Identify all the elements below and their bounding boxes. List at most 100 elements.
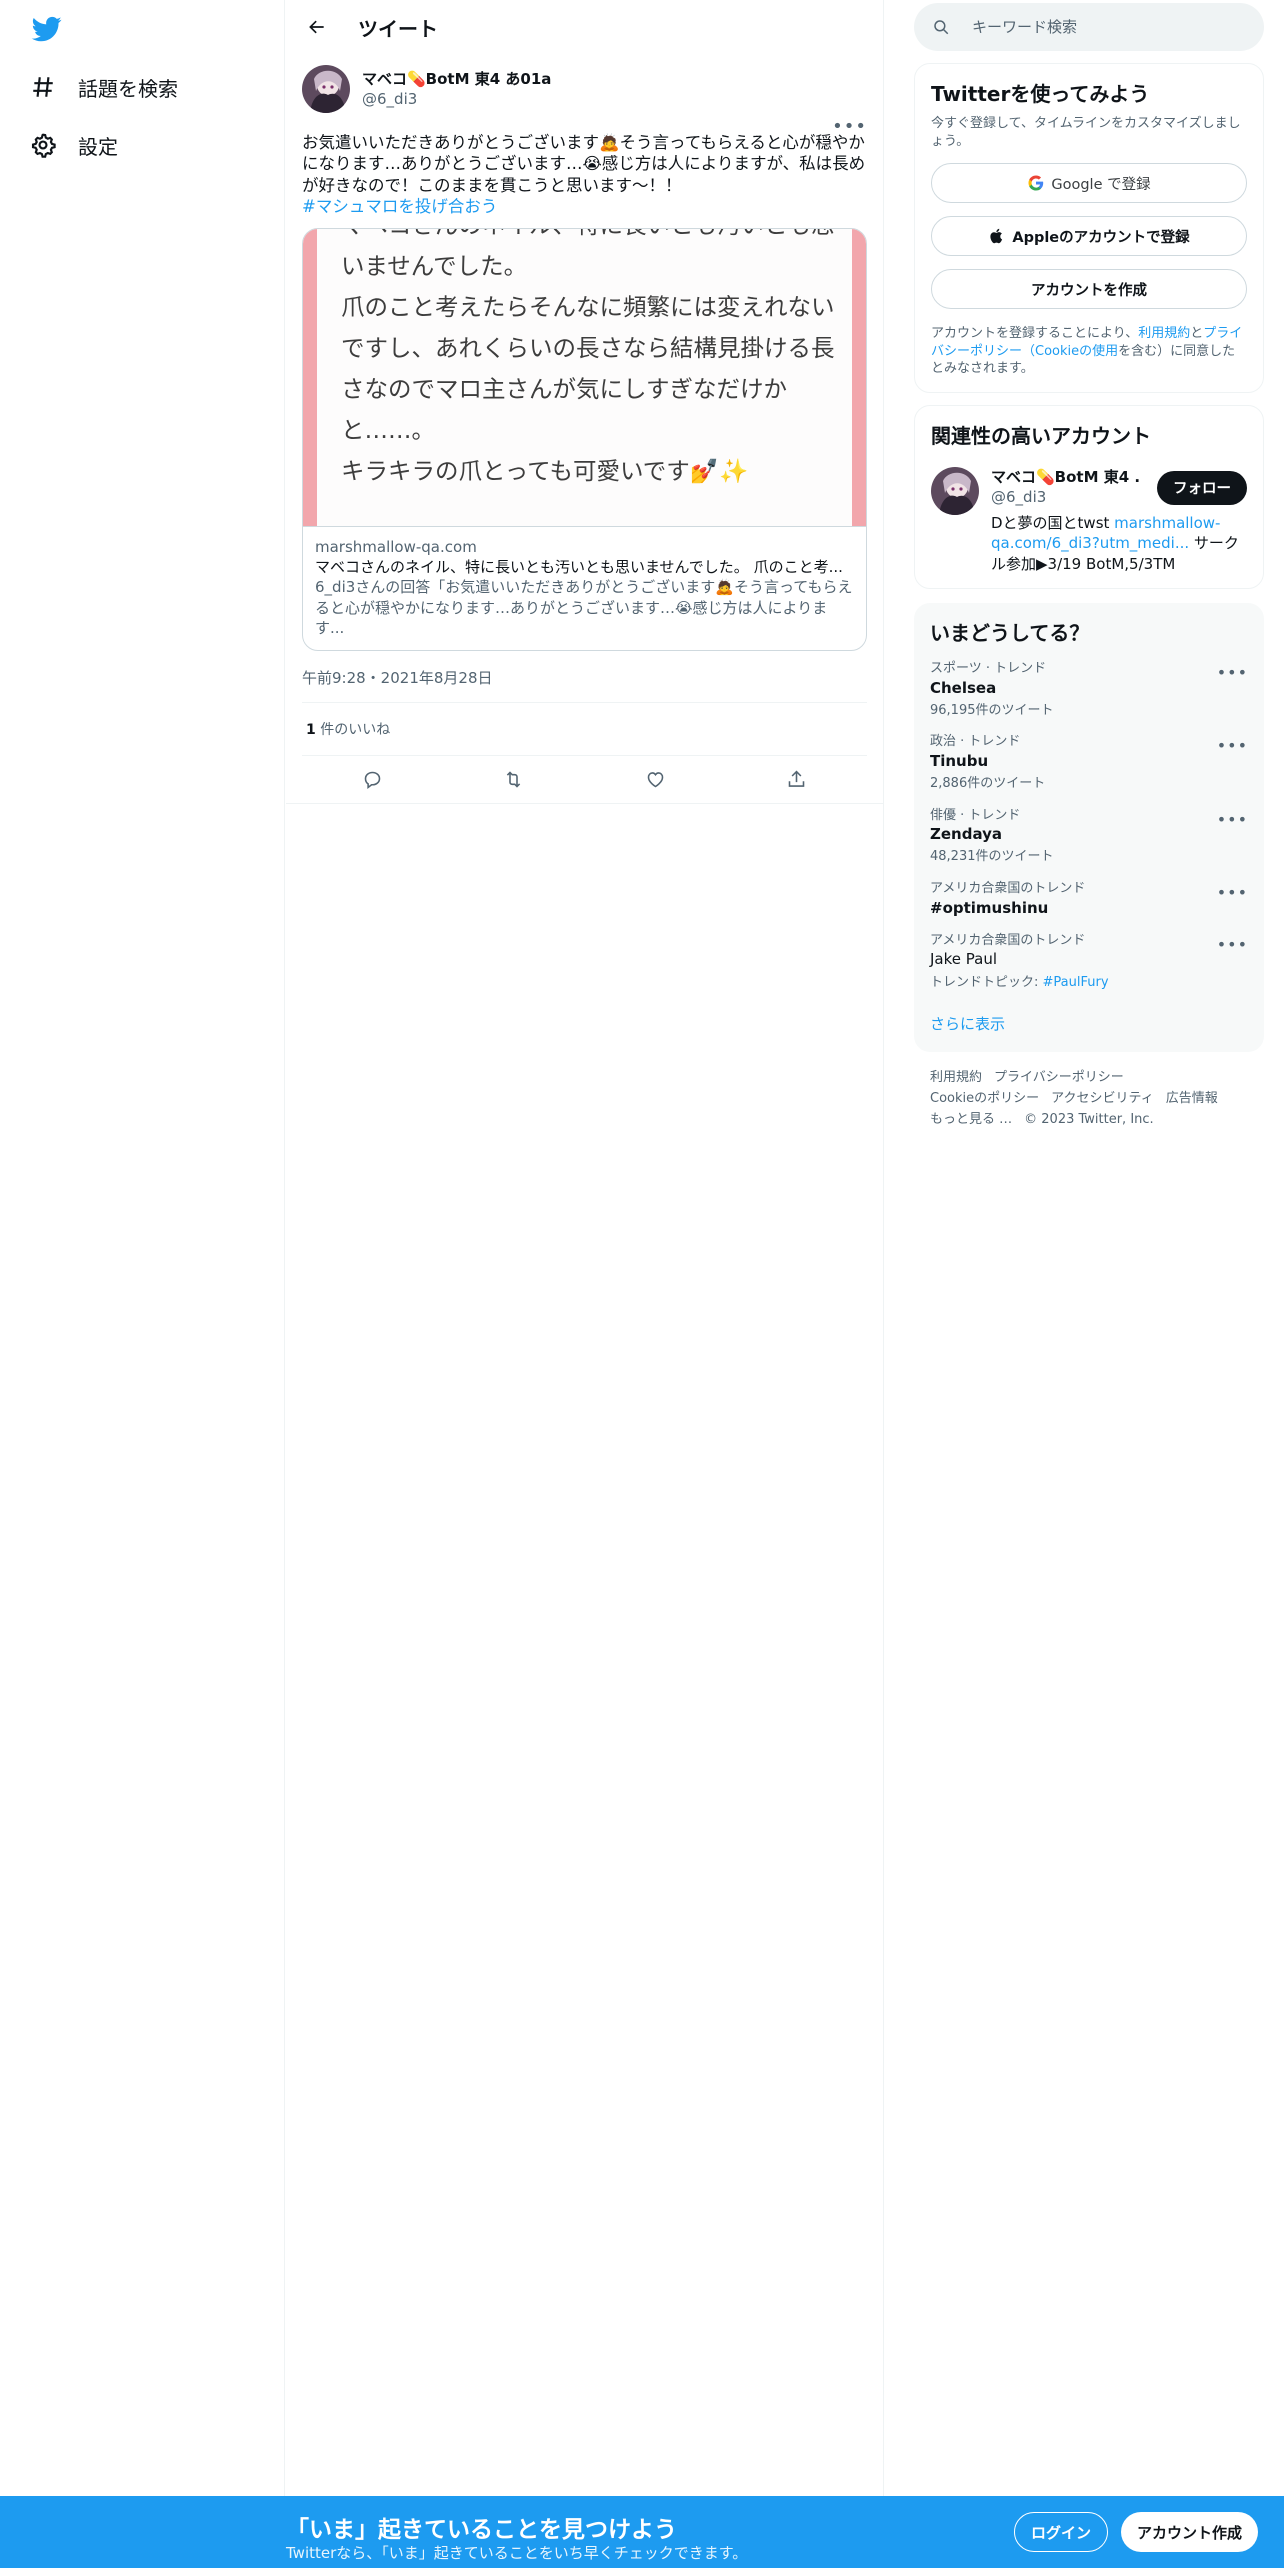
trend-name: Tinubu xyxy=(930,751,989,770)
share-icon xyxy=(788,770,805,787)
footer-link[interactable]: 利用規約 xyxy=(930,1070,982,1085)
nav-settings[interactable]: 設定 xyxy=(30,125,118,165)
more-icon[interactable]: ••• xyxy=(832,116,867,137)
legal-prefix: アカウントを登録することにより、 xyxy=(931,326,1139,342)
create-account-button[interactable]: アカウントを作成 xyxy=(931,269,1247,310)
trend-topic-prefix: トレンドトピック: xyxy=(930,974,1043,990)
follow-button[interactable]: フォロー xyxy=(1157,470,1247,505)
tweet-author[interactable]: マベコ💊BotM 東4 あ01a @6_di3 xyxy=(302,64,867,114)
footer-link[interactable]: プライバシーポリシー xyxy=(994,1070,1124,1085)
nav-explore-label: 話題を検索 xyxy=(78,76,178,101)
trend-more-icon[interactable]: ••• xyxy=(1217,662,1248,684)
footer-link[interactable]: アクセシビリティ xyxy=(1051,1091,1154,1106)
left-sidebar: 話題を検索 設定 xyxy=(0,0,285,2496)
back-button[interactable] xyxy=(302,12,332,42)
apple-signup-button[interactable]: Appleのアカウントで登録 xyxy=(931,216,1247,257)
like-icon xyxy=(647,772,663,788)
twitter-logo-icon[interactable] xyxy=(30,14,64,44)
retweet-button[interactable] xyxy=(494,760,534,800)
show-more-link[interactable]: さらに表示 xyxy=(930,1013,1248,1044)
google-icon xyxy=(1028,175,1044,191)
create-account-label: アカウントを作成 xyxy=(1031,282,1147,299)
search-bar[interactable] xyxy=(914,3,1264,51)
author-handle[interactable]: @6_di3 xyxy=(362,89,551,109)
apple-signup-label: Appleのアカウントで登録 xyxy=(1012,229,1190,246)
card-image-line: いませんでした。 xyxy=(341,251,528,280)
terms-link[interactable]: 利用規約 xyxy=(1138,326,1190,341)
related-account[interactable]: マベコ💊BotM 東4 ... @6_di3 Dと夢の国とtwst marshm… xyxy=(931,466,1247,574)
trends-title: いまどうしてる？ xyxy=(930,620,1090,645)
tweet-timestamp[interactable]: 午前9:28・2021年8月28日 xyxy=(302,667,867,703)
link-card[interactable]: マベコさんのネイル、特に長いとも汚いとも思いませんでした。爪のこと考えたらそんな… xyxy=(302,227,867,651)
footer-link[interactable]: 広告情報 xyxy=(1166,1091,1218,1106)
main-column: ツイート マベコ💊BotM 東4 あ01a @6_di3 ••• お気遣いいただ… xyxy=(286,0,884,2496)
search-icon xyxy=(934,20,949,35)
google-signup-label: Google で登録 xyxy=(1051,176,1151,193)
trend-category: アメリカ合衆国のトレンド xyxy=(930,881,1086,897)
trend-item[interactable]: スポーツ · トレンド Chelsea 96,195件のツイート ••• xyxy=(930,660,1248,719)
tweet-actions xyxy=(286,756,883,804)
trend-count: トレンドトピック: #PaulFury xyxy=(930,974,1248,992)
trends-panel: いまどうしてる？ スポーツ · トレンド Chelsea 96,195件のツイー… xyxy=(914,602,1264,1053)
footer-link[interactable]: もっと見る … xyxy=(930,1112,1012,1127)
trend-item[interactable]: アメリカ合衆国のトレンド #optimushinu ••• xyxy=(930,880,1248,918)
trend-category: アメリカ合衆国のトレンド xyxy=(930,932,1086,948)
tweet-text: お気遣いいただきありがとうございます🙇そう言ってもらえると心が穏やかになります…… xyxy=(302,132,867,218)
related-bio: Dと夢の国とtwst marshmallow-qa.com/6_di3?utm_… xyxy=(991,513,1241,574)
bottom-bar-subtitle: Twitterなら、「いま」起きていることをいち早くチェックできます。 xyxy=(286,2544,748,2562)
likes-count[interactable]: 1 件のいいね xyxy=(302,703,867,756)
card-image-line: と……。 xyxy=(341,415,435,444)
card-domain: marshmallow-qa.com xyxy=(315,537,477,556)
reply-button[interactable] xyxy=(353,760,393,800)
card-body[interactable]: marshmallow-qa.com マベコさんのネイル、特に長いとも汚いとも思… xyxy=(303,525,866,650)
tweet-hashtag[interactable]: #マシュマロを投げ合おう xyxy=(302,196,867,217)
nav-settings-label: 設定 xyxy=(78,134,118,159)
apple-icon xyxy=(990,228,1003,244)
bottom-signup-bar: 「いま」起きていることを見つけよう Twitterなら、「いま」起きていることを… xyxy=(0,2496,1284,2568)
card-image-line: 爪のこと考えたらそんなに頻繁には変えれない xyxy=(341,292,835,321)
card-description: 6_di3さんの回答「お気遣いいただきありがとうございます🙇そう言ってもらえると… xyxy=(315,578,853,637)
signup-panel: Twitterを使ってみよう 今すぐ登録して、タイムラインをカスタマイズしましょ… xyxy=(914,63,1264,393)
card-image-line: キラキラの爪とっても可愛いです💅✨ xyxy=(341,456,749,485)
retweet-icon xyxy=(507,771,521,788)
copyright: © 2023 Twitter, Inc. xyxy=(1024,1111,1154,1127)
legal-text: アカウントを登録することにより、利用規約とプライバシーポリシー（Cookieの使… xyxy=(931,325,1247,378)
trend-name: Zendaya xyxy=(930,825,1003,844)
trend-topic-link[interactable]: #PaulFury xyxy=(1043,975,1109,990)
footer-link[interactable]: Cookieのポリシー xyxy=(930,1091,1039,1106)
legal-and: と xyxy=(1190,326,1204,342)
card-image[interactable]: マベコさんのネイル、特に長いとも汚いとも思いませんでした。爪のこと考えたらそんな… xyxy=(303,228,866,526)
reply-icon xyxy=(364,771,381,789)
trend-item[interactable]: アメリカ合衆国のトレンド Jake Paul トレンドトピック: #PaulFu… xyxy=(930,932,1248,991)
nav-explore[interactable]: 話題を検索 xyxy=(30,67,178,107)
trend-name: #optimushinu xyxy=(930,898,1049,917)
avatar[interactable] xyxy=(302,65,350,113)
card-title: マベコさんのネイル、特に長いとも汚いとも思いませんでした。 爪のこと考... xyxy=(315,558,843,576)
trend-more-icon[interactable]: ••• xyxy=(1217,934,1248,956)
tweet-body: お気遣いいただきありがとうございます🙇そう言ってもらえると心が穏やかになります…… xyxy=(302,133,866,195)
search-input[interactable] xyxy=(972,18,1232,36)
related-name[interactable]: マベコ💊BotM 東4 ... xyxy=(991,467,1141,487)
login-button[interactable]: ログイン xyxy=(1014,2512,1109,2552)
related-avatar[interactable] xyxy=(931,466,979,515)
trend-count: 96,195件のツイート xyxy=(930,702,1054,718)
page-title: ツイート xyxy=(358,16,438,41)
trend-more-icon[interactable]: ••• xyxy=(1217,809,1248,831)
signup-button[interactable]: アカウント作成 xyxy=(1121,2512,1259,2552)
like-button[interactable] xyxy=(635,760,675,800)
trend-more-icon[interactable]: ••• xyxy=(1217,882,1248,904)
google-signup-button[interactable]: Google で登録 xyxy=(931,163,1247,204)
tweet: マベコ💊BotM 東4 あ01a @6_di3 ••• お気遣いいただきありがと… xyxy=(286,54,883,804)
card-image-text: マベコさんのネイル、特に長いとも汚いとも思いませんでした。爪のこと考えたらそんな… xyxy=(341,229,835,492)
related-bio-prefix: Dと夢の国とtwst xyxy=(991,514,1115,533)
trend-category: 俳優 · トレンド xyxy=(930,807,1021,823)
related-accounts-panel: 関連性の高いアカウント マベコ💊BotM 東4 ... @6_di3 Dと夢の国… xyxy=(914,404,1264,589)
author-name[interactable]: マベコ💊BotM 東4 あ01a xyxy=(362,69,551,89)
trend-item[interactable]: 政治 · トレンド Tinubu 2,886件のツイート ••• xyxy=(930,733,1248,792)
card-image-line: さなのでマロ主さんが気にしすぎなだけか xyxy=(341,374,788,403)
trend-item[interactable]: 俳優 · トレンド Zendaya 48,231件のツイート ••• xyxy=(930,807,1248,866)
likes-number: 1 xyxy=(306,722,316,738)
back-arrow-icon xyxy=(309,20,324,34)
share-button[interactable] xyxy=(776,760,816,800)
trend-more-icon[interactable]: ••• xyxy=(1217,735,1248,757)
